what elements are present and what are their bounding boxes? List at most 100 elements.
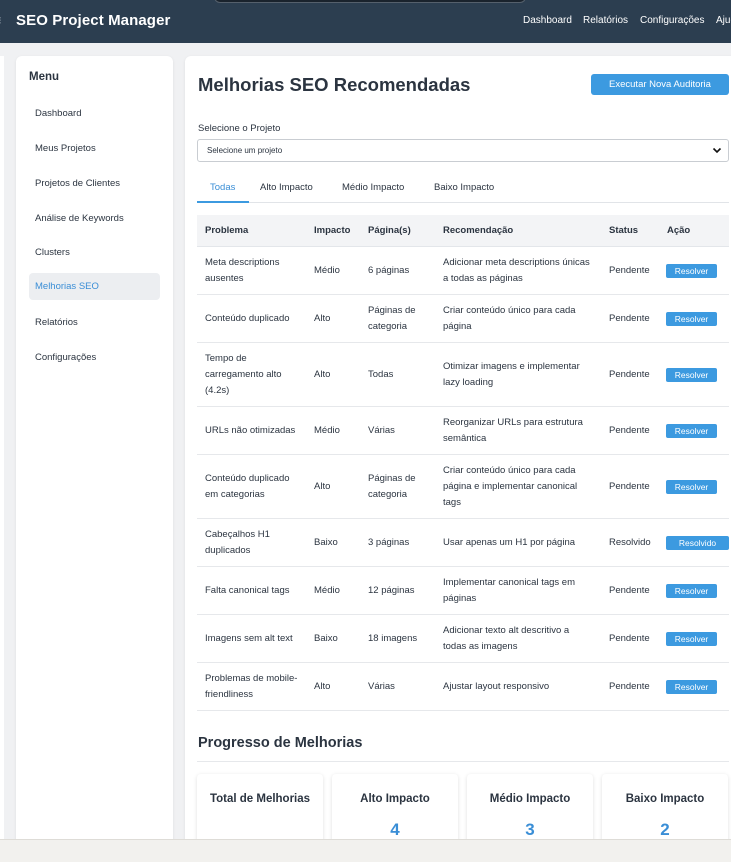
resolve-button[interactable]: Resolver [666,584,717,598]
top-navbar: ⁝ SEO Project Manager Dashboard Relatóri… [0,0,731,43]
col-recomendacao: Recomendação [443,225,514,236]
cell-impact: Alto [314,681,331,692]
cell-impact: Médio [314,425,340,436]
sidebar-title: Menu [29,71,60,83]
cell-problem: Imagens sem alt text [205,633,293,644]
cell-status: Pendente [609,369,650,380]
improvements-table: Problema Impacto Página(s) Recomendação … [197,215,729,711]
nav-ajuda[interactable]: Ajuda [716,15,731,26]
cell-impact: Baixo [314,537,338,548]
cell-status: Pendente [609,313,650,324]
cell-pages: 3 páginas [368,537,410,548]
cell-recommendation: Reorganizar URLs para estrutura semântic… [443,417,583,444]
tab-todas[interactable]: Todas [210,182,235,193]
cell-impact: Baixo [314,633,338,644]
nav-configuracoes[interactable]: Configurações [640,15,704,26]
cell-recommendation: Otimizar imagens e implementar lazy load… [443,361,580,388]
table-row: Conteúdo duplicado Alto Páginas de categor… [197,295,729,343]
project-select-value: Selecione um projeto [207,146,283,155]
table-row: Problemas de mobile-friendliness Alto Vári… [197,663,729,711]
cell-problem: URLs não otimizadas [205,425,296,436]
impact-tabs: Todas Alto Impacto Médio Impacto Baixo I… [197,176,729,203]
sidebar-item-melhorias-seo[interactable]: Melhorias SEO [29,273,160,300]
stat-label: Alto Impacto [360,793,430,805]
run-audit-button[interactable]: Executar Nova Auditoria [591,74,729,95]
cell-recommendation: Adicionar texto alt descritivo a todas a… [443,625,570,652]
col-acao: Ação [667,225,691,236]
table-header: Problema Impacto Página(s) Recomendação … [197,215,729,247]
stat-value: 2 [660,820,670,839]
nav-relatorios[interactable]: Relatórios [583,15,628,26]
col-paginas: Página(s) [368,225,411,236]
sidebar: Menu Dashboard Meus Projetos Projetos de… [16,56,173,846]
resolve-button[interactable]: Resolver [666,264,717,278]
cell-problem: Conteúdo duplicado em categorias [205,473,290,500]
cell-problem: Conteúdo duplicado [205,313,290,324]
resolve-button[interactable]: Resolver [666,632,717,646]
col-impacto: Impacto [314,225,351,236]
page-title: Melhorias SEO Recomendadas [198,74,471,95]
table-row: Cabeçalhos H1 duplicados Baixo 3 páginas Us… [197,519,729,567]
sidebar-item-analise-keywords[interactable]: Análise de Keywords [29,205,160,232]
tab-medio-impacto[interactable]: Médio Impacto [342,182,404,193]
project-select[interactable]: Selecione um projeto [197,139,729,162]
cell-recommendation: Criar conteúdo único para cada página [443,305,576,332]
cell-pages: 18 imagens [368,633,418,644]
resolve-button[interactable]: Resolver [666,368,717,382]
stat-label: Médio Impacto [489,793,571,805]
sidebar-item-dashboard[interactable]: Dashboard [29,100,160,127]
sidebar-item-clusters[interactable]: Clusters [29,239,160,266]
cell-problem: Problemas de mobile-friendliness [205,673,298,700]
tab-baixo-impacto[interactable]: Baixo Impacto [434,182,494,193]
cell-pages: Várias [368,681,395,692]
table-body: Meta descriptions ausentes Médio 6 páginas… [197,247,729,711]
stat-label: Total de Melhorias [209,793,311,805]
table-row: Conteúdo duplicado em categorias Alto Pági… [197,455,729,519]
cell-problem: Meta descriptions ausentes [205,257,280,284]
cell-problem: Falta canonical tags [205,585,290,596]
section-divider [197,761,729,762]
sidebar-item-relatorios[interactable]: Relatórios [29,309,160,336]
resolve-button[interactable]: Resolver [666,480,717,494]
stat-value: 3 [525,820,535,839]
top-nav: Dashboard Relatórios Configurações Ajuda [0,15,731,29]
resolve-button[interactable]: Resolver [666,424,717,438]
cell-status: Pendente [609,633,650,644]
cell-impact: Alto [314,369,331,380]
project-select-label: Selecione o Projeto [198,123,281,134]
cell-impact: Alto [314,481,331,492]
resolved-button[interactable]: Resolvido [666,536,729,550]
resolve-button[interactable]: Resolver [666,312,717,326]
sidebar-item-configuracoes[interactable]: Configurações [29,344,160,371]
cell-pages: 6 páginas [368,265,410,276]
cell-recommendation: Implementar canonical tags em páginas [443,577,576,604]
cell-recommendation: Adicionar meta descriptions únicas a tod… [443,257,590,284]
tab-alto-impacto[interactable]: Alto Impacto [260,182,313,193]
cell-impact: Alto [314,313,331,324]
nav-dashboard[interactable]: Dashboard [523,15,572,26]
cell-status: Pendente [609,481,650,492]
col-status: Status [609,225,639,236]
browser-tab-strip [214,0,526,3]
cell-status: Pendente [609,585,650,596]
active-tab-indicator [197,201,249,203]
cell-status: Pendente [609,681,650,692]
col-problema: Problema [205,225,249,236]
progress-title: Progresso de Melhorias [198,735,363,751]
cell-pages: Páginas de categoria [368,305,416,332]
cell-recommendation: Criar conteúdo único para cada página e … [443,465,578,508]
resolve-button[interactable]: Resolver [666,680,717,694]
sidebar-item-projetos-clientes[interactable]: Projetos de Clientes [29,170,160,197]
stat-label: Baixo Impacto [625,793,705,805]
cell-impact: Médio [314,585,340,596]
cell-status: Pendente [609,265,650,276]
cell-status: Pendente [609,425,650,436]
cell-recommendation: Ajustar layout responsivo [443,681,550,692]
cell-problem: Cabeçalhos H1 duplicados [205,529,270,556]
sidebar-item-meus-projetos[interactable]: Meus Projetos [29,135,160,162]
bottom-status-strip [0,839,731,862]
stat-value: 4 [390,820,400,839]
table-row: Imagens sem alt text Baixo 18 imagens Adici… [197,615,729,663]
left-panel-edge [0,56,4,846]
cell-pages: Todas [368,369,394,380]
